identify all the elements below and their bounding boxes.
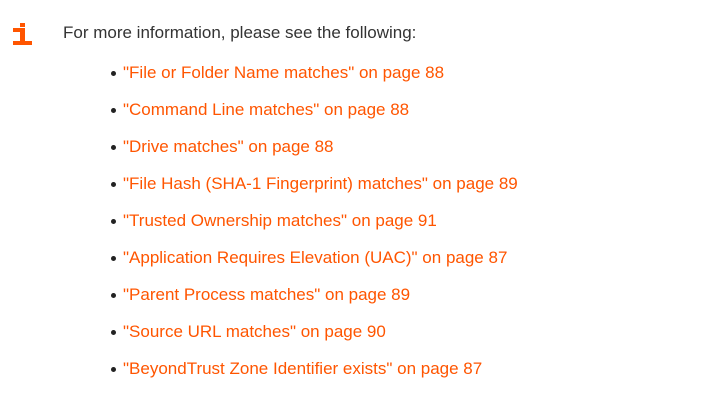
info-icon <box>13 23 32 45</box>
reference-link[interactable]: "Application Requires Elevation (UAC)" o… <box>123 248 507 267</box>
list-item: "Source URL matches" on page 90 <box>111 321 518 358</box>
list-item: "Trusted Ownership matches" on page 91 <box>111 210 518 247</box>
list-item: "Application Requires Elevation (UAC)" o… <box>111 247 518 284</box>
list-item: "File Hash (SHA-1 Fingerprint) matches" … <box>111 173 518 210</box>
reference-link[interactable]: "Parent Process matches" on page 89 <box>123 285 410 304</box>
reference-link[interactable]: "File or Folder Name matches" on page 88 <box>123 63 444 82</box>
info-note: For more information, please see the fol… <box>0 0 723 400</box>
bullet-icon <box>111 219 116 224</box>
bullet-icon <box>111 145 116 150</box>
reference-link[interactable]: "Trusted Ownership matches" on page 91 <box>123 211 437 230</box>
list-item: "Command Line matches" on page 88 <box>111 99 518 136</box>
bullet-icon <box>111 108 116 113</box>
intro-text: For more information, please see the fol… <box>63 23 417 42</box>
bullet-icon <box>111 293 116 298</box>
reference-link[interactable]: "BeyondTrust Zone Identifier exists" on … <box>123 359 482 378</box>
reference-link-list: "File or Folder Name matches" on page 88… <box>111 62 518 395</box>
bullet-icon <box>111 256 116 261</box>
bullet-icon <box>111 367 116 372</box>
reference-link[interactable]: "File Hash (SHA-1 Fingerprint) matches" … <box>123 174 518 193</box>
list-item: "File or Folder Name matches" on page 88 <box>111 62 518 99</box>
list-item: "Drive matches" on page 88 <box>111 136 518 173</box>
list-item: "BeyondTrust Zone Identifier exists" on … <box>111 358 518 395</box>
bullet-icon <box>111 182 116 187</box>
bullet-icon <box>111 71 116 76</box>
bullet-icon <box>111 330 116 335</box>
list-item: "Parent Process matches" on page 89 <box>111 284 518 321</box>
reference-link[interactable]: "Drive matches" on page 88 <box>123 137 334 156</box>
reference-link[interactable]: "Command Line matches" on page 88 <box>123 100 409 119</box>
reference-link[interactable]: "Source URL matches" on page 90 <box>123 322 386 341</box>
